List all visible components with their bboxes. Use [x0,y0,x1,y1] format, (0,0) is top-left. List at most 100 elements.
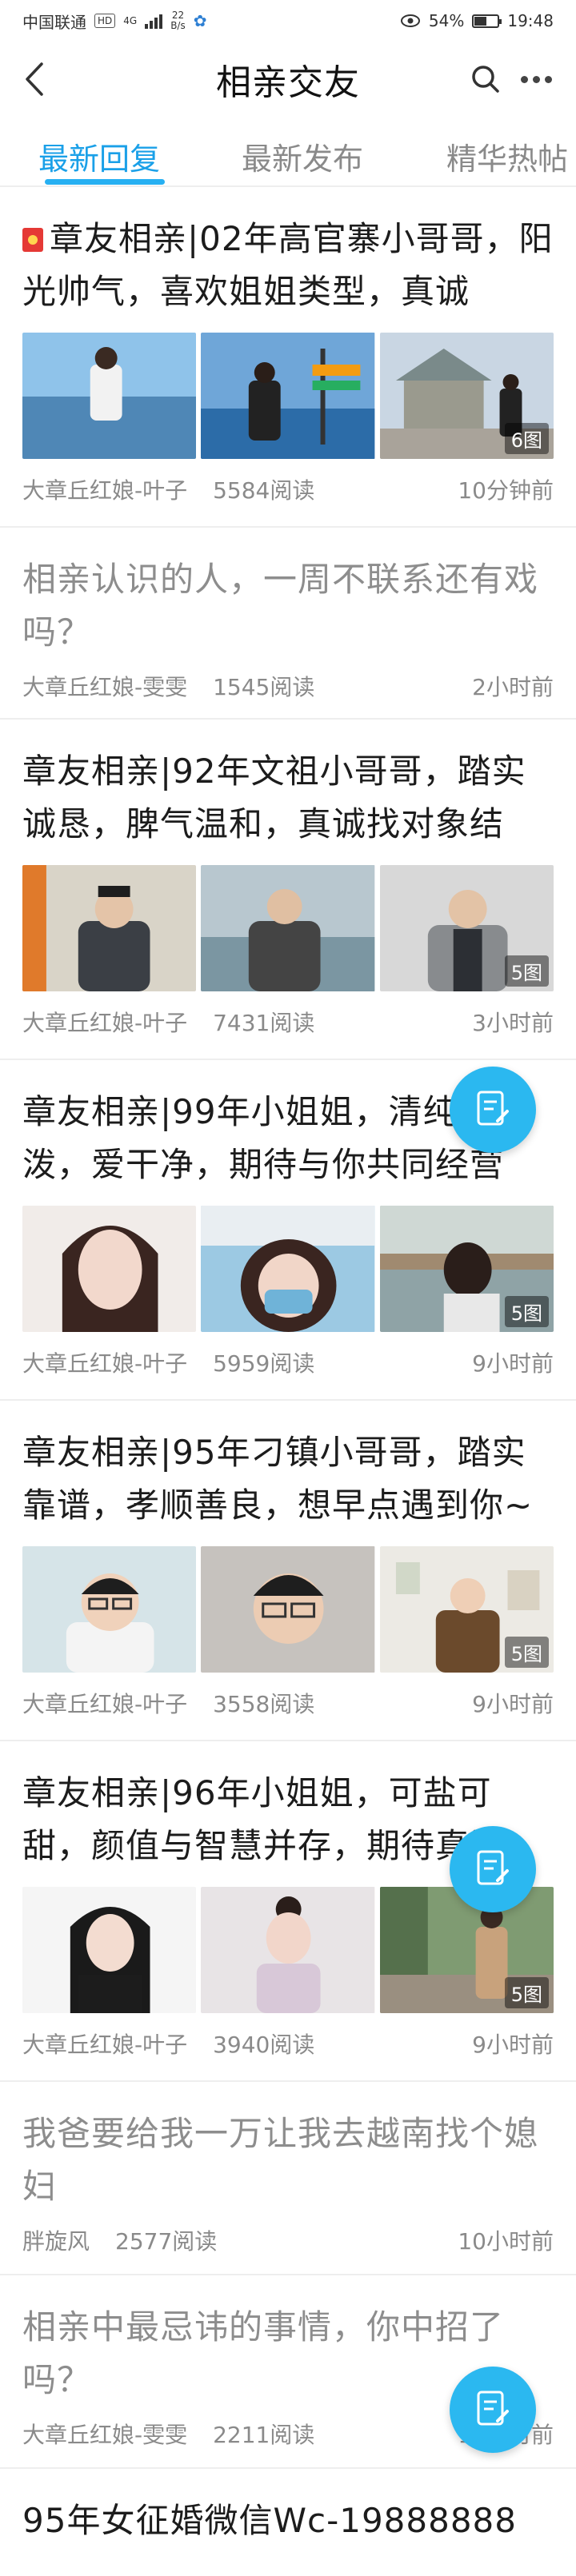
image-count-badge: 5图 [504,1296,549,1327]
post-item[interactable]: 我爸要给我一万让我去越南找个媳妇 胖旋风 2577阅读 10小时前 [0,2084,576,2275]
post-time: 10小时前 [458,2228,554,2255]
tab-bar: 最新回复 最新发布 精华热帖 [0,117,576,187]
post-author[interactable]: 大章丘红娘-叶子 [22,2028,187,2060]
status-left: 中国联通 HD 4G 22 B/s ✿ [22,10,207,33]
post-author[interactable]: 胖旋风 [22,2224,90,2256]
post-item[interactable]: 章友相亲|92年文祖小哥哥，踏实诚恳，脾气温和，真诚找对象结 5图 大章丘红娘-… [0,721,576,1060]
battery-fill [474,16,487,26]
speed-unit: B/s [170,20,186,31]
post-item[interactable]: 章友相亲|95年刁镇小哥哥，踏实靠谱，孝顺善良，想早点遇到你~ 5图 大章丘红娘… [0,1402,576,1741]
post-item[interactable]: 章友相亲|96年小姐姐，可盐可甜，颜值与智慧并存，期待真诚 5图 大章丘红娘-叶… [0,1743,576,2082]
post-time: 9小时前 [472,1350,554,1377]
status-bar: 中国联通 HD 4G 22 B/s ✿ 54% 19:48 [0,0,576,42]
post-image[interactable]: 5图 [379,865,554,991]
post-image[interactable] [22,865,197,991]
post-time: 2小时前 [472,674,554,700]
image-count-badge: 5图 [504,955,549,987]
more-button[interactable] [514,62,558,96]
post-author[interactable]: 大章丘红娘-雯雯 [22,670,187,702]
post-image[interactable] [22,1887,197,2013]
post-title: 我爸要给我一万让我去越南找个媳妇 [22,2114,539,2206]
search-button[interactable] [469,62,502,96]
title-bar: 相亲交友 [0,42,576,117]
image-count-badge: 6图 [504,423,549,454]
post-image[interactable] [201,1206,375,1332]
post-read-count: 3940阅读 [213,2032,315,2058]
hd-badge: HD [94,14,116,28]
post-title: 相亲认识的人，一周不联系还有戏吗？ [22,560,539,652]
image-count-badge: 5图 [504,1637,549,1668]
tab-featured[interactable]: 精华热帖 [446,134,568,178]
chevron-left-icon [26,62,43,96]
post-time: 3小时前 [472,1010,554,1036]
post-image[interactable]: 5图 [379,1546,554,1673]
post-meta: 胖旋风 2577阅读 10小时前 [22,2224,554,2256]
tab-latest-posts[interactable]: 最新发布 [242,134,363,178]
post-image[interactable]: 5图 [379,1887,554,2013]
post-image[interactable] [22,1206,197,1332]
compose-button[interactable] [450,1826,536,1912]
more-dots-icon [520,75,528,83]
post-author[interactable]: 大章丘红娘-叶子 [22,1687,187,1719]
post-author[interactable]: 大章丘红娘-叶子 [22,473,187,505]
post-images: 6图 [22,333,554,459]
post-image[interactable] [201,333,375,459]
post-image[interactable] [22,333,197,459]
post-author[interactable]: 大章丘红娘-叶子 [22,1006,187,1038]
signal-icon [145,13,163,29]
post-image[interactable] [201,1546,375,1673]
active-tab-indicator [45,179,165,185]
post-meta: 大章丘红娘-叶子 5584阅读 10分钟前 [22,473,554,505]
red-envelope-icon [22,228,43,252]
post-read-count: 1545阅读 [213,674,315,700]
post-title: 章友相亲|95年刁镇小哥哥，踏实靠谱，孝顺善良，想早点遇到你~ [22,1433,534,1525]
post-read-count: 3558阅读 [213,1691,315,1717]
post-images: 5图 [22,1546,554,1673]
post-title: 章友相亲|02年高官寨小哥哥，阳光帅气，喜欢姐姐类型，真诚 [22,213,554,318]
post-read-count: 5959阅读 [213,1350,315,1377]
post-meta: 大章丘红娘-叶子 7431阅读 3小时前 [22,1006,554,1038]
post-read-count: 2577阅读 [115,2228,218,2255]
post-image[interactable] [22,1546,197,1673]
search-icon [472,66,499,93]
post-meta: 大章丘红娘-叶子 3558阅读 9小时前 [22,1687,554,1719]
post-image[interactable]: 5图 [379,1206,554,1332]
post-images: 5图 [22,1206,554,1332]
post-time: 10分钟前 [458,477,554,504]
post-meta: 大章丘红娘-叶子 3940阅读 9小时前 [22,2028,554,2060]
post-read-count: 5584阅读 [213,477,315,504]
post-images: 5图 [22,865,554,991]
tab-latest-reply[interactable]: 最新回复 [38,134,160,178]
network-type: 4G [123,15,138,26]
post-meta: 大章丘红娘-雯雯 1545阅读 2小时前 [22,670,554,702]
compose-button[interactable] [450,2367,536,2453]
status-right: 54% 19:48 [400,11,554,30]
post-author[interactable]: 大章丘红娘-叶子 [22,1346,187,1378]
post-item[interactable]: 章友相亲|02年高官寨小哥哥，阳光帅气，喜欢姐姐类型，真诚 6图 大章丘红娘-叶… [0,189,576,528]
post-author[interactable]: 大章丘红娘-雯雯 [22,2418,187,2450]
image-count-badge: 5图 [504,1977,549,2008]
page-title: 相亲交友 [216,62,360,103]
compose-button[interactable] [450,1067,536,1153]
post-read-count: 2211阅读 [213,2422,315,2448]
notification-icon: ✿ [193,11,207,30]
back-button[interactable] [14,59,54,99]
post-read-count: 7431阅读 [213,1010,315,1036]
status-time: 19:48 [507,11,554,30]
post-title: 95年女征婚微信Wc-19888888 [22,2501,517,2540]
network-speed: 22 B/s [170,10,186,31]
speed-value: 22 [171,10,185,21]
post-time: 9小时前 [472,1691,554,1717]
post-image[interactable] [201,1887,375,2013]
edit-post-icon [477,1850,509,1885]
post-time: 9小时前 [472,2032,554,2058]
post-meta: 大章丘红娘-叶子 5959阅读 9小时前 [22,1346,554,1378]
post-item[interactable]: 95年女征婚微信Wc-19888888 [0,2470,576,2576]
post-image[interactable]: 6图 [379,333,554,459]
eye-icon [400,14,420,27]
post-image[interactable] [201,865,375,991]
edit-post-icon [477,2391,509,2426]
post-title-text: 章友相亲|02年高官寨小哥哥，阳光帅气，喜欢姐姐类型，真诚 [22,219,554,311]
post-item[interactable]: 相亲认识的人，一周不联系还有戏吗？ 大章丘红娘-雯雯 1545阅读 2小时前 [0,529,576,720]
battery-icon [472,14,502,28]
